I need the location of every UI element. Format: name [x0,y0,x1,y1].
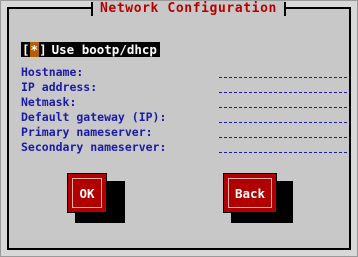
ip-address-label: IP address: [21,79,98,94]
back-button[interactable]: Back [223,173,277,213]
hostname-label: Hostname: [21,64,84,79]
primary-nameserver-row: Primary nameserver: [21,124,351,139]
dialog-title: Network Configuration [100,1,277,16]
hostname-field[interactable] [219,65,347,78]
netmask-field[interactable] [219,95,347,108]
back-button-group: Back [223,173,297,233]
gateway-field[interactable] [219,110,347,123]
checkbox-mark: * [29,42,40,57]
primary-nameserver-label: Primary nameserver: [21,124,153,139]
ok-button-group: OK [67,173,127,233]
hostname-row: Hostname: [21,64,351,79]
bootp-checkbox-label: Use bootp/dhcp [47,42,160,57]
gateway-row: Default gateway (IP): [21,109,351,124]
ip-address-field[interactable] [219,80,347,93]
ip-address-row: IP address: [21,79,351,94]
secondary-nameserver-field[interactable] [219,140,347,153]
title-right-tick [283,2,286,16]
back-button-label: Back [228,178,272,208]
gateway-label: Default gateway (IP): [21,109,167,124]
bootp-checkbox[interactable]: [*] [21,42,48,57]
netmask-label: Netmask: [21,94,77,109]
ok-button[interactable]: OK [67,173,107,213]
secondary-nameserver-label: Secondary nameserver: [21,139,167,154]
primary-nameserver-field[interactable] [219,125,347,138]
dialog-title-bar: Network Configuration [91,1,286,17]
secondary-nameserver-row: Secondary nameserver: [21,139,351,154]
netmask-row: Netmask: [21,94,351,109]
ok-button-label: OK [72,178,102,208]
bootp-checkbox-row[interactable]: [*] Use bootp/dhcp [21,42,160,57]
network-configuration-dialog: Network Configuration [*] Use bootp/dhcp… [7,1,351,250]
